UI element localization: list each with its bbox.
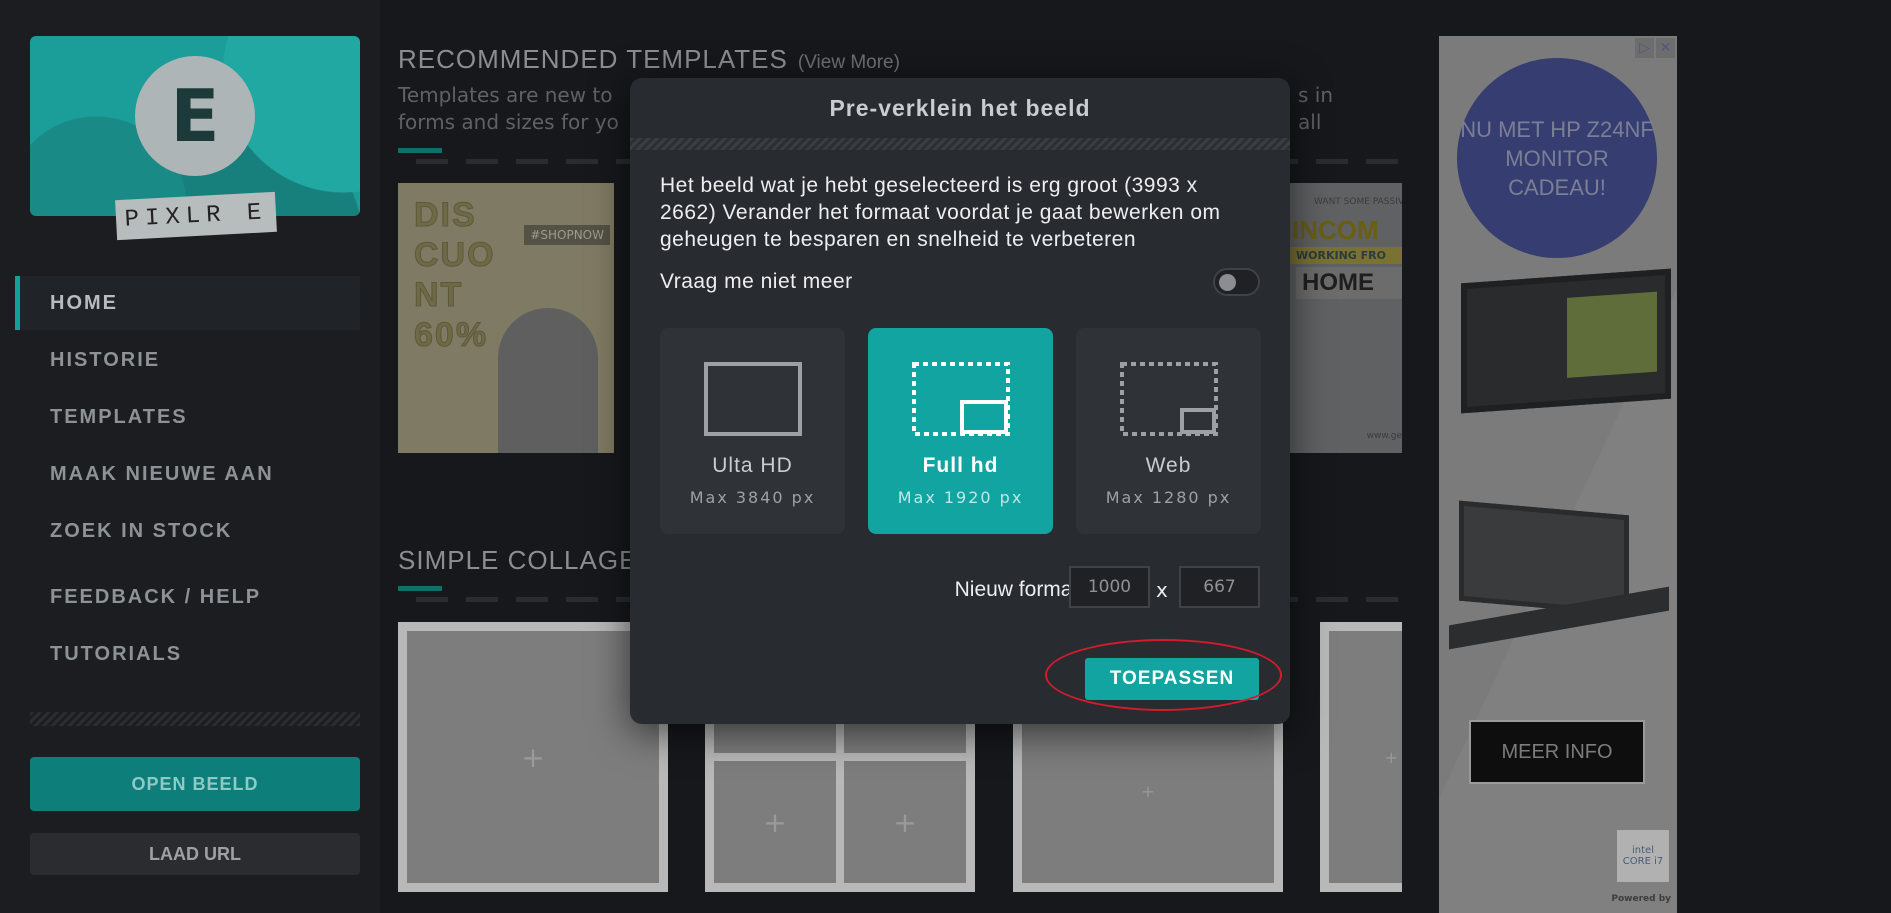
dialog-message: Het beeld wat je hebt geselecteerd is er… [660,174,1221,251]
dont-ask-toggle[interactable] [1213,268,1260,296]
ultra-hd-icon [703,362,802,436]
new-format-label: Nieuw formaat [954,578,1090,601]
resize-dialog: Pre-verklein het beeld Het beeld wat je … [630,78,1290,724]
option-name: Ulta HD [712,454,793,477]
full-hd-icon [911,362,1010,436]
toggle-knob [1219,274,1236,291]
option-name: Full hd [922,454,999,477]
dialog-title-divider [630,138,1290,150]
option-max: Max 3840 px [689,488,816,507]
option-max: Max 1280 px [1105,488,1232,507]
width-input[interactable] [1069,566,1150,608]
apply-highlight-ring [1045,639,1282,711]
option-ultra-hd[interactable]: Ulta HD Max 3840 px [660,328,845,534]
option-full-hd[interactable]: Full hd Max 1920 px [868,328,1053,534]
option-web[interactable]: Web Max 1280 px [1076,328,1261,534]
dont-ask-label: Vraag me niet meer [660,270,853,293]
option-max: Max 1920 px [897,488,1024,507]
web-icon [1119,362,1218,436]
option-name: Web [1145,454,1192,477]
dialog-title: Pre-verklein het beeld [829,94,1091,121]
height-input[interactable] [1179,566,1260,608]
times-symbol: x [1156,578,1168,602]
